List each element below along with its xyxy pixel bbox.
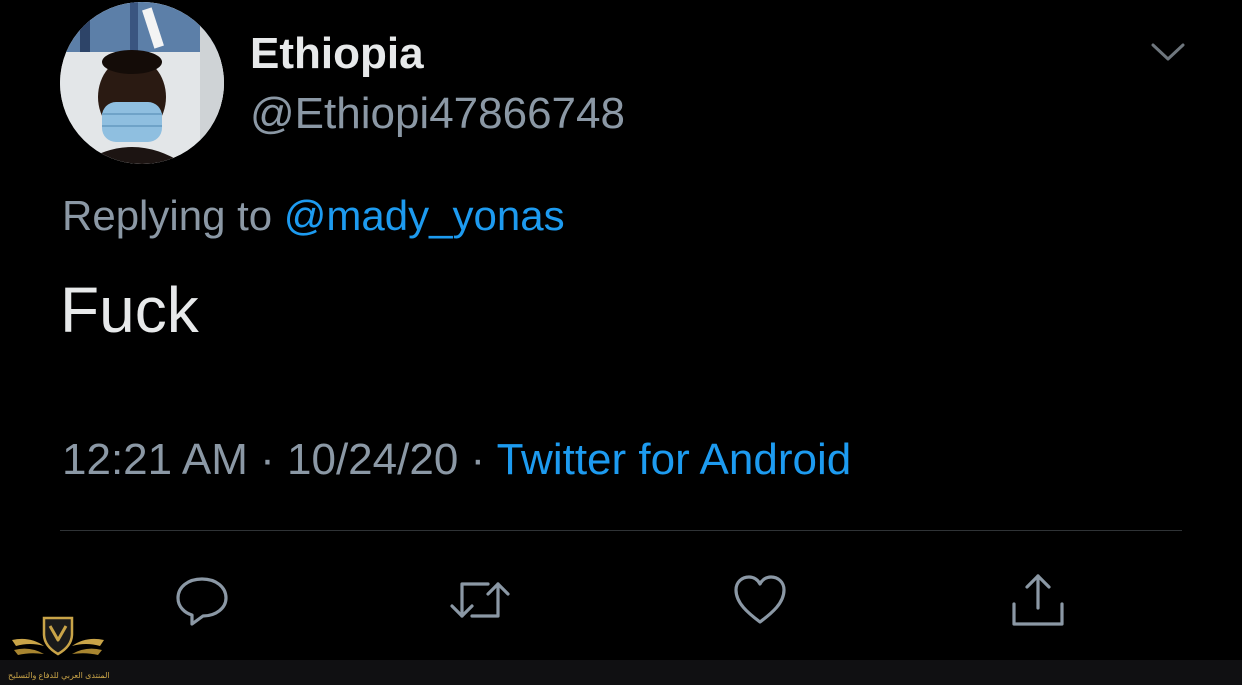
bottom-bar: [0, 660, 1242, 685]
avatar[interactable]: [60, 2, 224, 164]
heart-icon: [734, 575, 786, 624]
meta-separator: ·: [247, 435, 288, 484]
watermark-text: المنتدى العربي للدفاع والتسليح: [8, 671, 110, 680]
tweet-time: 12:21 AM: [62, 435, 248, 484]
retweet-icon: [450, 582, 510, 618]
meta-separator: ·: [458, 435, 497, 484]
reply-icon: [176, 577, 228, 626]
reply-button[interactable]: [170, 568, 234, 632]
divider: [60, 530, 1182, 531]
author-handle[interactable]: @Ethiopi47866748: [250, 88, 625, 140]
more-options-button[interactable]: [1146, 34, 1190, 70]
like-button[interactable]: [728, 568, 792, 632]
tweet-metadata: 12:21 AM · 10/24/20 · Twitter for Androi…: [62, 432, 851, 488]
retweet-button[interactable]: [448, 568, 512, 632]
author-display-name[interactable]: Ethiopia: [250, 28, 424, 80]
tweet-detail-screen: Ethiopia @Ethiopi47866748 Replying to @m…: [0, 0, 1242, 685]
avatar-image: [60, 2, 224, 164]
tweet-date: 10/24/20: [287, 435, 459, 484]
share-icon: [1012, 574, 1064, 626]
replying-to-label: Replying to: [62, 192, 284, 239]
share-button[interactable]: [1006, 568, 1070, 632]
tweet-source-link[interactable]: Twitter for Android: [497, 435, 852, 484]
replying-to-mention-link[interactable]: @mady_yonas: [284, 192, 565, 239]
chevron-down-icon: [1151, 43, 1185, 61]
shield-wings-icon: [12, 616, 104, 656]
tweet-text: Fuck: [60, 274, 199, 346]
replying-to-line: Replying to @mady_yonas: [62, 190, 565, 242]
